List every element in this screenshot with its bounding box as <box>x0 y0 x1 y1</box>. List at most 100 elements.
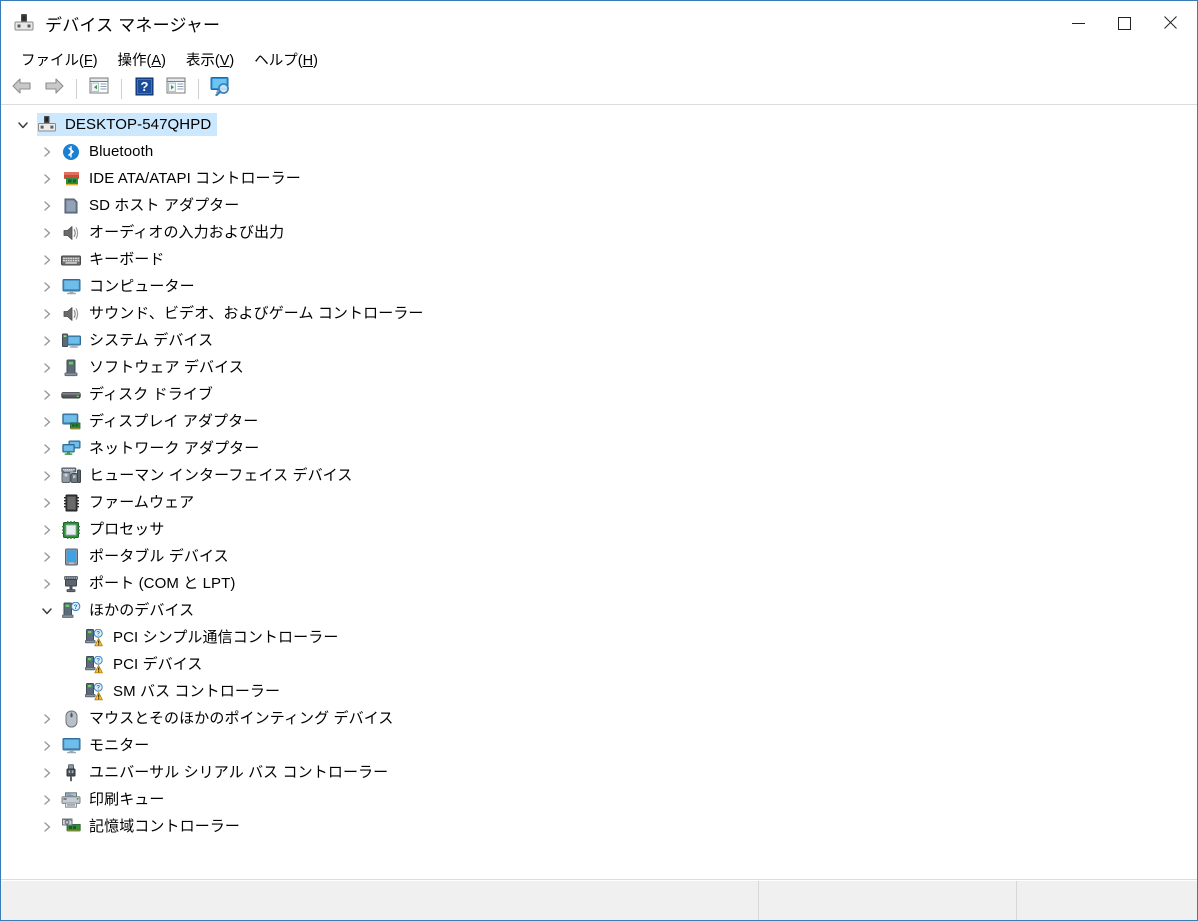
chevron-right-icon[interactable] <box>33 759 61 786</box>
tree-node-print-queues[interactable]: 印刷キュー <box>1 786 1197 813</box>
svg-text:?: ? <box>96 631 100 637</box>
toolbar: ? <box>1 73 1197 105</box>
tree-node-keyboard-content: キーボード <box>61 248 171 271</box>
tree-node-portable-devices[interactable]: ポータブル デバイス <box>1 543 1197 570</box>
usb-icon <box>61 763 81 783</box>
scan-hardware-icon <box>209 76 233 101</box>
tree-node-ide-controller[interactable]: IDE ATA/ATAPI コントローラー <box>1 165 1197 192</box>
tree-node-sd-host-adapter[interactable]: SD ホスト アダプター <box>1 192 1197 219</box>
chevron-right-icon[interactable] <box>33 435 61 462</box>
question-mark-icon: ? <box>135 77 154 101</box>
chevron-right-icon[interactable] <box>33 543 61 570</box>
tree-node-label: SD ホスト アダプター <box>89 197 240 214</box>
tree-node-processors-content: プロセッサ <box>61 518 171 541</box>
status-pane-1 <box>1 881 759 920</box>
tree-node-keyboard[interactable]: キーボード <box>1 246 1197 273</box>
tree-node-computer[interactable]: コンピューター <box>1 273 1197 300</box>
tree-node-ide-content: IDE ATA/ATAPI コントローラー <box>61 167 307 190</box>
tree-node-label: オーディオの入力および出力 <box>89 224 285 241</box>
tree-node-sound-content: サウンド、ビデオ、およびゲーム コントローラー <box>61 302 430 325</box>
tree-node-system-devices[interactable]: システム デバイス <box>1 327 1197 354</box>
chevron-right-icon[interactable] <box>33 300 61 327</box>
scan-for-hardware-changes-button[interactable] <box>206 76 236 102</box>
tree-node-label: PCI シンプル通信コントローラー <box>113 629 339 646</box>
tree-node-pci-device-content: ? PCI デバイス <box>85 653 209 676</box>
tree-node-other-devices[interactable]: ? ほかのデバイス <box>1 597 1197 624</box>
minimize-button[interactable] <box>1055 1 1101 45</box>
mouse-icon <box>61 709 81 729</box>
tree-node-firmware[interactable]: ファームウェア <box>1 489 1197 516</box>
chevron-right-icon[interactable] <box>33 786 61 813</box>
chevron-right-icon[interactable] <box>33 192 61 219</box>
tree-node-human-interface-devices[interactable]: ヒューマン インターフェイス デバイス <box>1 462 1197 489</box>
chevron-right-icon[interactable] <box>33 489 61 516</box>
tree-node-storage-controllers[interactable]: 記憶域コントローラー <box>1 813 1197 840</box>
chevron-right-icon[interactable] <box>33 813 61 840</box>
tree-node-universal-serial-bus-controllers[interactable]: ユニバーサル シリアル バス コントローラー <box>1 759 1197 786</box>
tree-node-sound-video-game[interactable]: サウンド、ビデオ、およびゲーム コントローラー <box>1 300 1197 327</box>
chevron-right-icon[interactable] <box>33 165 61 192</box>
toolbar-separator <box>121 78 122 99</box>
storage-controller-icon <box>61 817 81 837</box>
tree-node-label: IDE ATA/ATAPI コントローラー <box>89 170 301 187</box>
forward-button[interactable] <box>39 76 69 102</box>
portable-device-icon <box>61 547 81 567</box>
tree-node-pci-device[interactable]: ? PCI デバイス <box>1 651 1197 678</box>
device-tree[interactable]: DESKTOP-547QHPD Bluetooth IDE ATA/ATAPI … <box>1 105 1197 880</box>
menu-file-text: ファイル( <box>21 52 84 69</box>
menu-help[interactable]: ヘルプ(H) <box>244 46 328 73</box>
chevron-right-icon[interactable] <box>33 462 61 489</box>
tree-node-disk-drives[interactable]: ディスク ドライブ <box>1 381 1197 408</box>
help-button[interactable]: ? <box>129 76 159 102</box>
tree-node-root-content: DESKTOP-547QHPD <box>37 113 218 136</box>
firmware-icon <box>61 493 81 513</box>
chevron-right-icon[interactable] <box>33 381 61 408</box>
tree-node-sm-bus-controller[interactable]: ? SM バス コントローラー <box>1 678 1197 705</box>
chevron-right-icon[interactable] <box>33 327 61 354</box>
chevron-right-icon[interactable] <box>33 246 61 273</box>
tree-node-mice-content: マウスとそのほかのポインティング デバイス <box>61 707 399 730</box>
tree-node-label: ポータブル デバイス <box>89 548 229 565</box>
disk-drive-icon <box>61 385 81 405</box>
close-button[interactable] <box>1147 1 1193 45</box>
chevron-right-icon[interactable] <box>33 273 61 300</box>
tree-node-label: マウスとそのほかのポインティング デバイス <box>89 710 394 727</box>
tree-node-bluetooth[interactable]: Bluetooth <box>1 138 1197 165</box>
tree-node-system-devices-content: システム デバイス <box>61 329 219 352</box>
tree-node-label: キーボード <box>89 251 165 268</box>
tree-node-display-adapters[interactable]: ディスプレイ アダプター <box>1 408 1197 435</box>
chevron-right-icon[interactable] <box>33 516 61 543</box>
properties-button[interactable] <box>161 76 191 102</box>
menu-action-accel: A <box>151 52 162 69</box>
menu-view[interactable]: 表示(V) <box>176 46 244 73</box>
chevron-right-icon[interactable] <box>33 354 61 381</box>
tree-node-monitors-content: モニター <box>61 734 155 757</box>
chevron-right-icon[interactable] <box>33 732 61 759</box>
chevron-right-icon[interactable] <box>33 219 61 246</box>
menu-file-accel: F <box>83 52 93 69</box>
tree-node-label: ネットワーク アダプター <box>89 440 260 457</box>
tree-node-monitors[interactable]: モニター <box>1 732 1197 759</box>
tree-node-software-devices[interactable]: ソフトウェア デバイス <box>1 354 1197 381</box>
chevron-right-icon[interactable] <box>33 138 61 165</box>
tree-node-pci-simple-communications-controller[interactable]: ? PCI シンプル通信コントローラー <box>1 624 1197 651</box>
tree-node-audio-io[interactable]: オーディオの入力および出力 <box>1 219 1197 246</box>
tree-node-processors[interactable]: プロセッサ <box>1 516 1197 543</box>
window-title: デバイス マネージャー <box>45 15 221 35</box>
tree-node-network-adapters[interactable]: ネットワーク アダプター <box>1 435 1197 462</box>
menu-file[interactable]: ファイル(F) <box>11 46 108 73</box>
tree-node-label: ヒューマン インターフェイス デバイス <box>89 467 353 484</box>
tree-node-root[interactable]: DESKTOP-547QHPD <box>1 111 1197 138</box>
back-button[interactable] <box>7 76 37 102</box>
show-hide-console-tree-button[interactable] <box>84 76 114 102</box>
maximize-button[interactable] <box>1101 1 1147 45</box>
chevron-right-icon[interactable] <box>33 705 61 732</box>
tree-node-ports[interactable]: ポート (COM と LPT) <box>1 570 1197 597</box>
chevron-right-icon[interactable] <box>33 570 61 597</box>
arrow-right-icon <box>43 77 65 100</box>
chevron-down-icon[interactable] <box>33 597 61 624</box>
chevron-right-icon[interactable] <box>33 408 61 435</box>
menu-action[interactable]: 操作(A) <box>108 46 176 73</box>
tree-node-mice-and-other-pointing-devices[interactable]: マウスとそのほかのポインティング デバイス <box>1 705 1197 732</box>
chevron-down-icon[interactable] <box>9 111 37 138</box>
